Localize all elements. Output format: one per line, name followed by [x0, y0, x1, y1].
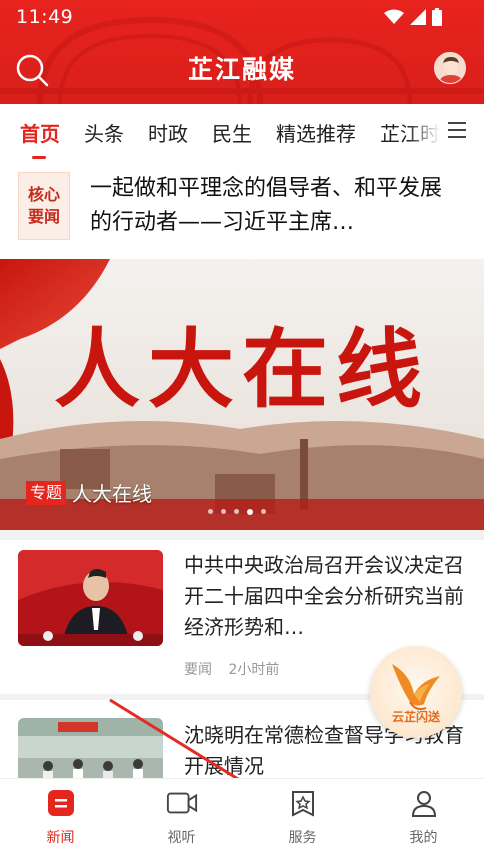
tab-fade [408, 104, 448, 160]
battery-icon [432, 8, 442, 26]
tab-featured[interactable]: 精选推荐 [276, 118, 356, 147]
status-time: 11:49 [16, 6, 74, 28]
core-news-title: 一起做和平理念的倡导者、和平发展的行动者——习近平主席… [90, 176, 443, 235]
carousel-dot[interactable] [208, 509, 213, 514]
app-header: 11:49 芷江融媒 [0, 0, 484, 104]
section-gap [0, 530, 484, 540]
bottom-navigation: 新闻 视听 服务 我的 [0, 778, 484, 860]
news-thumbnail-image [18, 718, 163, 778]
core-news-badge: 核心 要闻 [18, 172, 70, 240]
nav-item-video[interactable]: 视听 [121, 779, 242, 860]
signal-icon [410, 9, 426, 25]
avatar[interactable] [434, 52, 466, 84]
menu-icon[interactable] [448, 122, 468, 140]
news-meta: 要闻 2小时前 [184, 659, 291, 679]
floating-badge-label: 云芷闪送 [391, 710, 440, 724]
news-title: 中共中央政治局召开会议决定召开二十届四中全会分析研究当前经济形势和… [184, 553, 464, 639]
news-icon [45, 787, 77, 819]
tab-politics[interactable]: 时政 [148, 118, 188, 147]
status-bar: 11:49 [0, 0, 484, 34]
nav-item-profile[interactable]: 我的 [363, 779, 484, 860]
banner-title: 人大在线 [72, 482, 153, 506]
tab-livelihood[interactable]: 民生 [212, 118, 252, 147]
wifi-icon [384, 9, 404, 24]
nav-label: 视听 [167, 830, 196, 846]
floating-delivery-button[interactable]: 云芷闪送 [370, 646, 462, 738]
video-icon [166, 787, 198, 819]
profile-icon [408, 787, 440, 819]
banner-caption: 专题 人大在线 [26, 478, 152, 507]
carousel-dots [208, 509, 266, 515]
page-title: 芷江融媒 [187, 55, 296, 84]
news-thumbnail-image [18, 550, 163, 646]
nav-item-news[interactable]: 新闻 [0, 779, 121, 860]
banner-tag: 专题 [26, 480, 67, 505]
channel-tabs: 首页 头条 时政 民生 精选推荐 芷江时 [0, 104, 484, 160]
service-icon [287, 787, 319, 819]
banner-calligraphy: 人大在线 [54, 319, 430, 420]
carousel-dot[interactable] [221, 509, 226, 514]
nav-item-service[interactable]: 服务 [242, 779, 363, 860]
news-time: 2小时前 [228, 662, 280, 678]
nav-label: 服务 [288, 830, 317, 846]
nav-label: 新闻 [46, 830, 75, 846]
core-badge-line2: 要闻 [27, 207, 60, 226]
tab-home[interactable]: 首页 [20, 118, 60, 159]
core-news-item[interactable]: 核心 要闻 一起做和平理念的倡导者、和平发展的行动者——习近平主席… [0, 160, 484, 256]
tab-headlines[interactable]: 头条 [84, 118, 124, 147]
carousel-dot[interactable] [234, 509, 239, 514]
carousel-dot-active[interactable] [247, 509, 253, 515]
core-badge-line1: 核心 [27, 185, 60, 204]
news-thumbnail [18, 550, 163, 646]
carousel-dot[interactable] [261, 509, 266, 514]
status-icons [384, 8, 442, 26]
news-thumbnail [18, 718, 163, 778]
news-source: 要闻 [184, 662, 212, 678]
nav-label: 我的 [409, 830, 438, 846]
